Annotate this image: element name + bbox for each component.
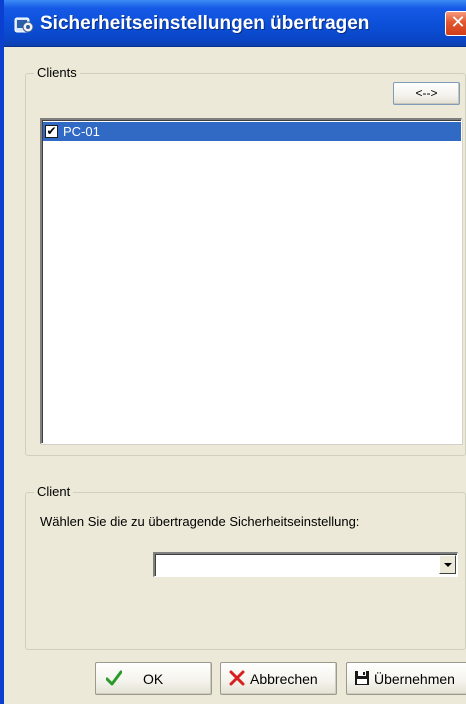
check-icon: [106, 670, 122, 686]
swap-button[interactable]: <-->: [393, 82, 460, 105]
client-checkbox[interactable]: ✔: [45, 125, 58, 138]
dialog-window: Sicherheitseinstellungen übertragen ✕ Cl…: [0, 0, 466, 704]
security-setting-select[interactable]: [153, 552, 458, 577]
title-bar[interactable]: Sicherheitseinstellungen übertragen ✕: [4, 0, 466, 47]
chevron-down-icon[interactable]: [439, 555, 456, 574]
security-setting-prompt: Wählen Sie die zu übertragende Sicherhei…: [40, 514, 360, 529]
close-icon: ✕: [450, 12, 466, 33]
cancel-button-label: Abbrechen: [250, 671, 318, 687]
client-label: PC-01: [63, 124, 100, 139]
client-group-legend: Client: [34, 484, 74, 499]
apply-button[interactable]: Übernehmen: [346, 662, 466, 695]
x-icon: [229, 670, 245, 686]
list-item[interactable]: ✔ PC-01: [43, 122, 461, 141]
close-button[interactable]: ✕: [445, 11, 466, 36]
ok-button-label: OK: [143, 671, 164, 687]
clients-group-legend: Clients: [34, 65, 80, 80]
ok-button[interactable]: OK: [95, 662, 212, 695]
window-title: Sicherheitseinstellungen übertragen: [40, 13, 370, 34]
save-icon: [355, 671, 369, 685]
clients-listbox[interactable]: ✔ PC-01: [40, 118, 462, 444]
apply-button-label: Übernehmen: [374, 671, 455, 687]
cancel-button[interactable]: Abbrechen: [220, 662, 337, 695]
app-icon: [14, 17, 34, 33]
